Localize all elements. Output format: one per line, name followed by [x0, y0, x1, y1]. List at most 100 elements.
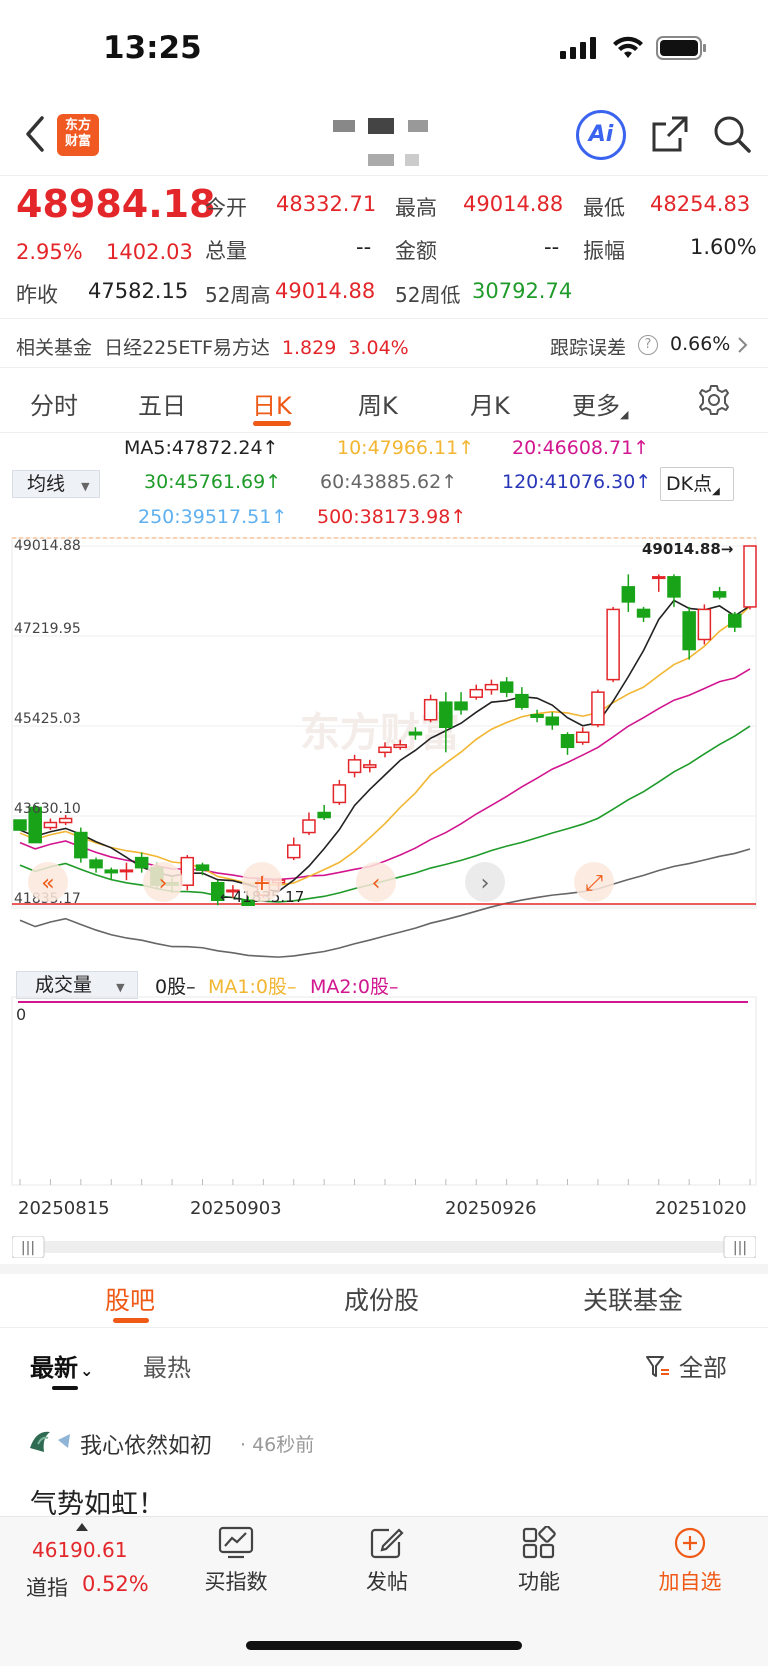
related-fund-name: 日经225ETF易方达	[104, 337, 270, 359]
nav-add-watchlist[interactable]: 加自选	[642, 1526, 738, 1596]
date-label: 20251020	[655, 1198, 747, 1219]
y-tick-label: 43630.10	[14, 801, 81, 817]
home-indicator	[246, 1641, 522, 1650]
candle	[697, 608, 712, 641]
y-tick-label: 49014.88	[14, 538, 81, 554]
sort-newest[interactable]: 最新 ⌄	[30, 1348, 93, 1383]
current-price: 48984.18	[16, 182, 216, 226]
tab-more-label: 更多	[572, 392, 620, 420]
filter-icon	[646, 1356, 669, 1377]
prev-close-label: 昨收	[16, 283, 58, 307]
candle	[469, 688, 483, 698]
sort-newest-label: 最新	[30, 1354, 78, 1382]
kline-chart[interactable]: 东方财富 49014.8847219.9545425.0343630.10418…	[0, 536, 768, 966]
week52-high-value: 49014.88	[275, 279, 376, 303]
chevron-right-icon[interactable]	[736, 336, 748, 354]
candle	[119, 869, 134, 873]
nav-buy-index[interactable]: 买指数	[188, 1526, 284, 1596]
ma-legend-ma500: 500:38173.98↑	[317, 506, 467, 528]
tab-more[interactable]: 更多◢	[572, 386, 628, 421]
index-ticker-value[interactable]: 46190.61	[32, 1538, 127, 1562]
range-scrollbar[interactable]: ||| |||	[12, 1236, 756, 1258]
candle	[347, 759, 362, 774]
open-label: 今开	[205, 196, 247, 220]
gear-icon[interactable]	[697, 383, 731, 417]
divider	[0, 175, 768, 176]
post-username[interactable]: 我心依然如初	[80, 1428, 212, 1460]
amount-value: --	[544, 235, 560, 259]
nav-functions[interactable]: 功能	[491, 1526, 587, 1596]
dk-point-button[interactable]: DK点◢	[660, 467, 734, 501]
tab-intraday[interactable]: 分时	[30, 386, 78, 421]
chart-nav-prev[interactable]: ‹	[356, 862, 396, 902]
candle	[591, 691, 605, 726]
candle	[682, 611, 696, 651]
help-icon[interactable]: ?	[638, 335, 658, 355]
ai-button[interactable]: Ai	[576, 110, 626, 160]
grid-icon	[522, 1526, 556, 1559]
back-button[interactable]	[22, 112, 52, 156]
tab-related-funds[interactable]: 关联基金	[583, 1281, 683, 1317]
tracking-error-value: 0.66%	[670, 333, 731, 355]
filter-label: 全部	[679, 1354, 727, 1382]
index-ticker-name[interactable]: 道指	[26, 1572, 68, 1602]
candle	[180, 856, 195, 886]
candle	[439, 701, 453, 729]
nav-post[interactable]: 发帖	[339, 1526, 435, 1596]
volume-label: 总量	[205, 239, 247, 263]
amplitude-label: 振幅	[583, 239, 625, 263]
candle	[575, 731, 590, 744]
date-label: 20250903	[190, 1198, 282, 1219]
sort-indicator	[52, 1386, 78, 1390]
chart-fullscreen[interactable]: ⤢	[574, 862, 614, 902]
tab-weekly-k[interactable]: 周K	[358, 386, 398, 421]
week52-high-label: 52周高	[205, 283, 271, 307]
avatar[interactable]	[28, 1426, 74, 1456]
candle	[484, 683, 499, 691]
battery-icon	[656, 36, 706, 60]
ma-legend-ma250: 250:39517.51↑	[138, 506, 288, 528]
dk-point-label: DK点	[666, 473, 713, 495]
candle	[393, 744, 407, 749]
chart-nav-step-glyph: ›	[159, 871, 168, 896]
dropdown-arrow-icon: ▼	[116, 981, 125, 994]
sort-hottest[interactable]: 最热	[143, 1348, 191, 1383]
candle	[332, 784, 347, 804]
nav-add-watchlist-label: 加自选	[658, 1570, 722, 1594]
tab-daily-k[interactable]: 日K	[252, 386, 292, 421]
candle	[515, 693, 529, 708]
active-section-indicator	[113, 1318, 149, 1323]
candle	[530, 713, 544, 718]
candle	[712, 591, 727, 598]
related-fund-price: 1.829	[281, 337, 337, 359]
tab-five-day[interactable]: 五日	[138, 386, 186, 421]
index-ticker-pct[interactable]: 0.52%	[82, 1572, 149, 1596]
edit-icon	[370, 1528, 404, 1559]
ma-legend-ma30: 30:45761.69↑	[144, 471, 282, 493]
ma-select[interactable]: 均线 ▼	[12, 470, 100, 498]
status-time: 13:25	[103, 30, 202, 66]
y-tick-label: 47219.95	[14, 621, 81, 637]
post-time: · 46秒前	[240, 1434, 315, 1456]
page-title-blurred	[333, 118, 428, 166]
divider	[0, 318, 768, 319]
search-icon[interactable]	[712, 114, 752, 154]
related-fund-pct: 3.04%	[348, 337, 409, 359]
y-tick-label: 45425.03	[14, 711, 81, 727]
section-gap	[0, 1264, 768, 1274]
chart-zoom-in[interactable]: +	[242, 862, 282, 902]
tab-constituents[interactable]: 成份股	[344, 1281, 419, 1317]
filter-button[interactable]: 全部	[645, 1348, 727, 1383]
candle	[667, 576, 681, 598]
related-fund-row[interactable]: 相关基金 日经225ETF易方达 1.829 3.04%	[16, 333, 415, 360]
divider	[0, 1327, 768, 1328]
share-icon[interactable]	[650, 114, 690, 154]
app-logo: 东方 财富	[57, 114, 99, 156]
candle	[43, 821, 58, 829]
chart-nav-step[interactable]: ›	[143, 862, 183, 902]
tab-guba[interactable]: 股吧	[105, 1281, 155, 1317]
chart-nav-rewind[interactable]: «	[28, 862, 68, 902]
divider	[0, 367, 768, 368]
chart-nav-next[interactable]: ›	[465, 862, 505, 902]
tab-monthly-k[interactable]: 月K	[470, 386, 510, 421]
